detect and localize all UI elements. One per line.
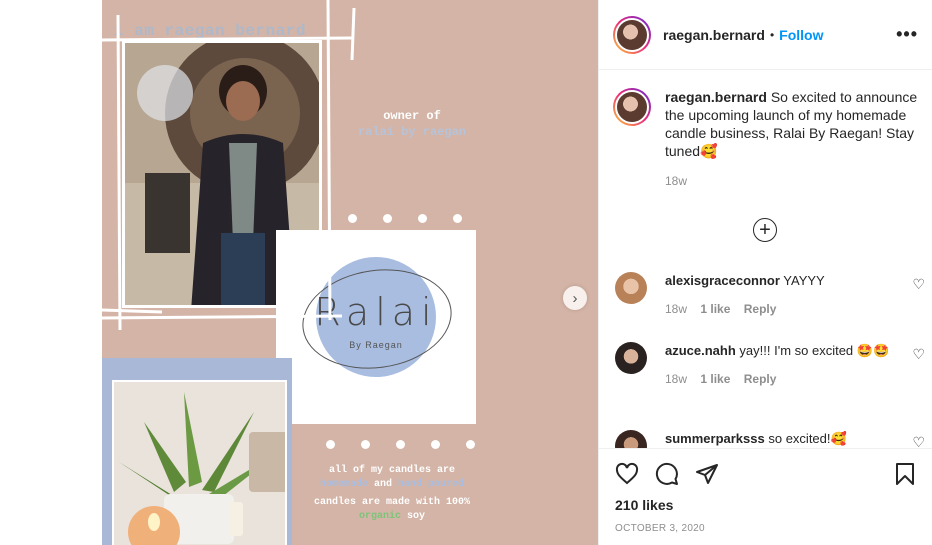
header-bullet: • [769,27,775,42]
caption-avatar[interactable] [613,88,651,126]
heart-icon[interactable]: ♡ [912,276,925,293]
likes-count[interactable]: 210 likes [615,497,917,513]
heart-icon[interactable]: ♡ [912,346,925,363]
comment-text-block: azuce.nahh yay!!! I'm so excited 🤩🤩 [665,342,925,360]
action-icons [615,459,917,489]
comment-avatar[interactable] [615,430,647,448]
comment-username[interactable]: summerparksss [665,431,765,446]
comment-text-block: summerparksss so excited!🥰 [665,430,925,448]
heart-icon[interactable]: ♡ [912,434,925,448]
reply-button[interactable]: Reply [744,372,777,386]
post-actions: 210 likes OCTOBER 3, 2020 [599,448,932,534]
plus-icon: + [759,219,771,241]
comment-meta: 18w 1 like Reply [665,302,925,316]
reply-button[interactable]: Reply [744,302,777,316]
comment-bubble-icon[interactable] [655,462,679,486]
avatar-image [615,17,649,52]
comment-avatar[interactable] [615,342,647,374]
bookmark-icon[interactable] [893,462,917,486]
post-caption: raegan.bernard So excited to announce th… [613,88,923,188]
caption-username[interactable]: raegan.bernard [665,89,767,105]
comment-time[interactable]: 18w [665,302,687,316]
comment-meta: 18w 1 like Reply [665,372,925,386]
post-date[interactable]: OCTOBER 3, 2020 [615,523,917,534]
comment-avatar[interactable] [615,272,647,304]
comment-username[interactable]: alexisgraceconnor [665,273,780,288]
chevron-right-icon: › [572,289,578,307]
load-more-comments-button[interactable]: + [753,218,777,242]
next-image-button[interactable]: › [563,286,587,310]
comment-username[interactable]: azuce.nahh [665,343,736,358]
comment-likes[interactable]: 1 like [700,372,730,386]
comment-likes[interactable]: 1 like [700,302,730,316]
caption-time[interactable]: 18w [665,174,923,188]
post-media: i am raegan bernard owner of ralai by ra… [0,0,598,545]
comment-item: azuce.nahh yay!!! I'm so excited 🤩🤩 18w … [615,342,925,386]
comment-time[interactable]: 18w [665,372,687,386]
post-header: raegan.bernard • Follow ••• [599,0,932,70]
post-image: i am raegan bernard owner of ralai by ra… [102,0,598,545]
comment-text: yay!!! I'm so excited 🤩🤩 [739,343,890,358]
comment-item: summerparksss so excited!🥰 ♡ [615,430,925,448]
header-avatar[interactable] [613,15,651,54]
avatar-image [615,90,649,124]
post-sidebar: raegan.bernard • Follow ••• raegan.berna… [598,0,932,545]
comment-text: so excited!🥰 [768,431,847,446]
more-options-icon[interactable]: ••• [896,24,918,45]
comment-text: YAYYY [783,273,825,288]
comment-item: alexisgraceconnor YAYYY 18w 1 like Reply… [615,272,925,316]
like-heart-icon[interactable] [615,462,639,486]
comment-text-block: alexisgraceconnor YAYYY [665,272,925,290]
header-username[interactable]: raegan.bernard [663,27,765,43]
share-paper-plane-icon[interactable] [695,462,719,486]
caption-text-block: raegan.bernard So excited to announce th… [665,88,923,160]
follow-button[interactable]: Follow [779,27,823,43]
comments-section: raegan.bernard So excited to announce th… [599,70,932,448]
decorative-lines [102,0,356,331]
